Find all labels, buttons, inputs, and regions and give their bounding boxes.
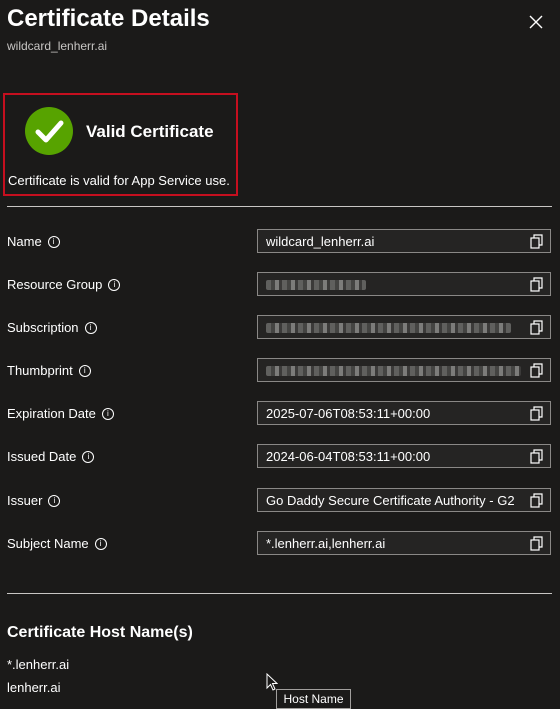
field-label: Expiration Date i: [7, 406, 114, 421]
validation-status-box: Valid Certificate Certificate is valid f…: [3, 93, 238, 196]
tooltip: Host Name: [276, 689, 351, 709]
field-label: Subscription i: [7, 320, 97, 335]
info-icon[interactable]: i: [78, 364, 91, 377]
host-name-item: lenherr.ai: [7, 680, 61, 695]
field-row-resource-group: Resource Group i: [7, 272, 552, 298]
subscription-field[interactable]: [257, 315, 551, 339]
copy-icon[interactable]: [530, 536, 544, 551]
info-icon[interactable]: i: [47, 235, 60, 248]
copy-icon[interactable]: [530, 449, 544, 464]
issuer-field[interactable]: Go Daddy Secure Certificate Authority - …: [257, 488, 551, 512]
field-row-subject-name: Subject Name i *.lenherr.ai,lenherr.ai: [7, 531, 552, 557]
field-row-thumbprint: Thumbprint i: [7, 358, 552, 384]
info-icon[interactable]: i: [101, 407, 114, 420]
field-value: 2024-06-04T08:53:11+00:00: [266, 449, 431, 464]
field-value: Go Daddy Secure Certificate Authority - …: [266, 493, 515, 508]
subject-name-field[interactable]: *.lenherr.ai,lenherr.ai: [257, 531, 551, 555]
field-row-name: Name i wildcard_lenherr.ai: [7, 229, 552, 255]
field-label: Subject Name i: [7, 536, 107, 551]
field-label: Issuer i: [7, 493, 61, 508]
divider: [7, 206, 552, 207]
thumbprint-field[interactable]: [257, 358, 551, 382]
field-label: Resource Group i: [7, 277, 121, 292]
host-name-item: *.lenherr.ai: [7, 657, 70, 672]
panel-title: Certificate Details: [7, 5, 210, 32]
copy-icon[interactable]: [530, 320, 544, 335]
status-title: Valid Certificate: [86, 122, 214, 141]
copy-icon[interactable]: [530, 277, 544, 292]
field-value: 2025-07-06T08:53:11+00:00: [266, 406, 431, 421]
info-icon[interactable]: i: [94, 537, 107, 550]
copy-icon[interactable]: [530, 363, 544, 378]
divider: [7, 593, 552, 594]
field-label: Name i: [7, 234, 60, 249]
redacted-value: [266, 366, 521, 376]
expiration-date-field[interactable]: 2025-07-06T08:53:11+00:00: [257, 401, 551, 425]
field-value: *.lenherr.ai,lenherr.ai: [266, 536, 386, 551]
info-icon[interactable]: i: [48, 494, 61, 507]
info-icon[interactable]: i: [108, 278, 121, 291]
panel-subtitle: wildcard_lenherr.ai: [7, 39, 108, 53]
field-row-subscription: Subscription i: [7, 315, 552, 341]
issued-date-field[interactable]: 2024-06-04T08:53:11+00:00: [257, 444, 551, 468]
field-value: wildcard_lenherr.ai: [266, 234, 375, 249]
redacted-value: [266, 280, 366, 290]
close-icon[interactable]: [526, 12, 546, 32]
info-icon[interactable]: i: [82, 450, 95, 463]
field-row-issued-date: Issued Date i 2024-06-04T08:53:11+00:00: [7, 444, 552, 470]
field-row-expiration-date: Expiration Date i 2025-07-06T08:53:11+00:…: [7, 401, 552, 427]
info-icon[interactable]: i: [84, 321, 97, 334]
copy-icon[interactable]: [530, 406, 544, 421]
field-label: Issued Date i: [7, 449, 95, 464]
name-field[interactable]: wildcard_lenherr.ai: [257, 229, 551, 253]
copy-icon[interactable]: [530, 493, 544, 508]
resource-group-field[interactable]: [257, 272, 551, 296]
field-row-issuer: Issuer i Go Daddy Secure Certificate Auth…: [7, 488, 552, 514]
status-message: Certificate is valid for App Service use…: [8, 173, 230, 188]
redacted-value: [266, 323, 511, 333]
checkmark-icon: [25, 107, 73, 155]
field-label: Thumbprint i: [7, 363, 91, 378]
host-names-heading: Certificate Host Name(s): [7, 624, 193, 641]
copy-icon[interactable]: [530, 234, 544, 249]
